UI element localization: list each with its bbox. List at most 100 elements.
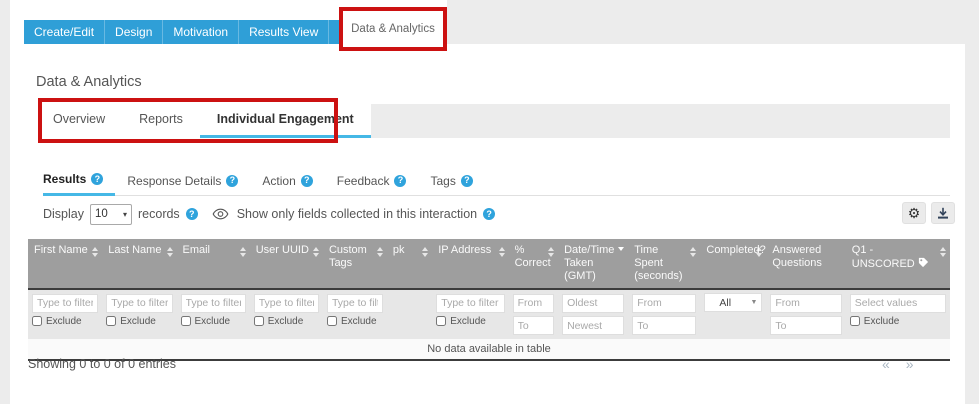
filter-row-primary: All▼ [28,289,950,314]
filter-user-uuid[interactable] [254,294,319,313]
download-icon [937,207,949,219]
exclude-checkbox[interactable] [106,316,116,326]
column-header-time-spent[interactable]: Time Spent (seconds) [628,239,700,289]
records-per-page-value: 10 [95,208,108,220]
filter-first-name[interactable] [32,294,98,313]
tab-response-details[interactable]: Response Details ? [115,172,250,196]
exclude-email[interactable]: Exclude [181,316,246,327]
gear-icon: ⚙ [908,206,921,220]
tab-feedback-label: Feedback [337,174,390,188]
page-title: Data & Analytics [36,74,142,90]
tab-overview[interactable]: Overview [36,104,122,138]
nav-tab-data-analytics-active-with-annotation[interactable]: Data & Analytics [339,7,447,51]
nav-tab-create-edit[interactable]: Create/Edit [24,20,105,44]
filter-pk-empty [387,314,432,340]
filter-answered-to[interactable] [770,316,841,335]
pagination-next[interactable]: » [906,356,914,372]
tab-tags[interactable]: Tags ? [418,172,484,196]
help-icon[interactable]: ? [226,175,238,187]
tab-action[interactable]: Action ? [250,172,324,196]
results-table: First Name Last Name Email User UUID Cus… [28,239,950,361]
column-header-email[interactable]: Email [177,239,250,289]
exclude-checkbox[interactable] [436,316,446,326]
column-header-datetime-taken[interactable]: Date/Time Taken (GMT) [558,239,628,289]
column-header-answered-questions[interactable]: Answered Questions [766,239,845,289]
sort-icon [690,247,696,257]
nav-tab-motivation[interactable]: Motivation [163,20,239,44]
exclude-last-name[interactable]: Exclude [106,316,172,327]
filter-q1-select-values[interactable] [850,294,946,313]
help-icon[interactable]: ? [301,175,313,187]
column-header-ip-address[interactable]: IP Address [432,239,508,289]
eye-icon[interactable] [212,208,229,220]
help-icon[interactable]: ? [91,173,103,185]
filter-last-name[interactable] [106,294,172,313]
showing-entries-text: Showing 0 to 0 of 0 entries [28,357,176,371]
sort-icon [499,247,505,257]
tab-action-label: Action [262,174,295,188]
exclude-checkbox[interactable] [181,316,191,326]
filter-time-spent-from[interactable] [632,294,696,313]
filter-completed-select[interactable]: All▼ [704,293,762,312]
settings-button[interactable]: ⚙ [902,202,926,224]
help-icon[interactable]: ? [186,208,198,220]
help-icon[interactable]: ? [394,175,406,187]
help-icon[interactable]: ? [483,208,495,220]
filter-percent-correct-to[interactable] [513,316,555,335]
column-header-user-uuid[interactable]: User UUID [250,239,323,289]
show-only-fields-label[interactable]: Show only fields collected in this inter… [237,207,477,221]
exclude-checkbox[interactable] [850,316,860,326]
tab-response-details-label: Response Details [127,174,221,188]
filter-custom-tags[interactable] [327,294,383,313]
column-header-completed[interactable]: Completed? [700,239,766,289]
column-header-pk[interactable]: pk [387,239,432,289]
filter-email[interactable] [181,294,246,313]
top-navigation: Create/Edit Design Motivation Results Vi… [24,20,387,44]
filter-datetime-newest[interactable] [562,316,624,335]
filter-datetime-oldest[interactable] [562,294,624,313]
tag-icon [918,257,929,268]
sort-icon [167,247,173,257]
tab-results[interactable]: Results ? [43,172,115,196]
filter-pk-empty [387,289,432,314]
exclude-q1[interactable]: Exclude [850,316,946,327]
column-header-percent-correct[interactable]: % Correct [509,239,559,289]
download-button[interactable] [931,202,955,224]
exclude-ip-address[interactable]: Exclude [436,316,504,327]
sort-icon [313,247,319,257]
filter-row-secondary: Exclude Exclude Exclude Exclude Exclude … [28,314,950,340]
tab-reports[interactable]: Reports [122,104,200,138]
column-header-last-name[interactable]: Last Name [102,239,176,289]
table-toolbar: ⚙ [902,202,955,224]
filter-answered-from[interactable] [770,294,841,313]
table-header-row: First Name Last Name Email User UUID Cus… [28,239,950,289]
filter-completed-empty [700,314,766,340]
column-header-custom-tags[interactable]: Custom Tags [323,239,387,289]
filter-ip-address[interactable] [436,294,504,313]
exclude-checkbox[interactable] [327,316,337,326]
nav-tab-design[interactable]: Design [105,20,163,44]
exclude-user-uuid[interactable]: Exclude [254,316,319,327]
help-icon[interactable]: ? [461,175,473,187]
tab-feedback[interactable]: Feedback ? [325,172,419,196]
pagination-previous[interactable]: « [882,356,890,372]
nav-tab-results-view[interactable]: Results View [239,20,329,44]
records-label: records [138,207,180,221]
tab-individual-engagement[interactable]: Individual Engagement [200,104,371,138]
display-controls: Display 10 ▾ records ? Show only fields … [43,202,495,226]
sort-icon [92,247,98,257]
exclude-custom-tags[interactable]: Exclude [327,316,383,327]
column-header-first-name[interactable]: First Name [28,239,102,289]
sort-icon [240,247,246,257]
exclude-checkbox[interactable] [254,316,264,326]
chevron-down-icon: ▼ [750,299,757,306]
sort-icon [548,247,554,257]
filter-percent-correct-from[interactable] [513,294,555,313]
filter-time-spent-to[interactable] [632,316,696,335]
exclude-first-name[interactable]: Exclude [32,316,98,327]
section-tab-bar: Overview Reports Individual Engagement [36,104,950,138]
records-per-page-select[interactable]: 10 ▾ [90,204,132,225]
exclude-checkbox[interactable] [32,316,42,326]
column-header-q1-unscored[interactable]: Q1 - UNSCORED [846,239,950,289]
chevron-down-icon: ▾ [123,210,127,219]
